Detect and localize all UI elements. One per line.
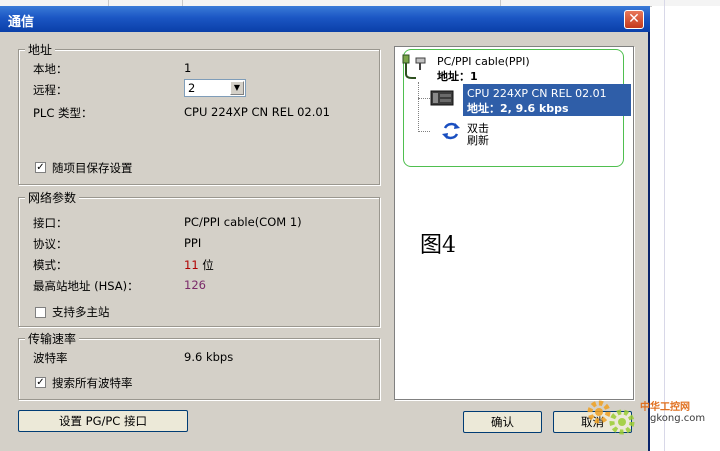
ok-button[interactable]: 确认 [463,411,542,433]
baud-label: 波特率 [33,351,68,365]
baud-value: 9.6 kbps [184,350,234,364]
baud-group-title: 传输速率 [25,330,80,347]
refresh-hint-line2[interactable]: 刷新 [467,132,489,148]
local-value: 1 [184,61,192,75]
network-group-title: 网络参数 [25,189,80,206]
cpu-node-name[interactable]: CPU 224XP CN REL 02.01 [467,87,607,100]
dropdown-arrow-icon[interactable]: ▼ [230,81,244,95]
local-label: 本地： [33,62,68,76]
interface-value: PC/PPI cable(COM 1) [184,215,302,229]
interface-label: 接口： [33,216,68,230]
address-group-title: 地址 [25,41,56,58]
background-grid-line [664,0,665,451]
watermark-url: gkong.com [650,413,706,424]
plc-type-label: PLC 类型： [33,106,93,120]
protocol-label: 协议： [33,237,68,251]
mode-value-number: 11 [184,258,199,272]
protocol-value: PPI [184,236,202,250]
tree-connector [418,98,430,100]
cable-icon [400,52,430,82]
remote-address-select[interactable]: 2 ▼ [184,79,246,97]
cpu-node-address[interactable]: 地址：2, 9.6 kbps [467,100,569,116]
search-all-baud-checkbox[interactable]: ✓ [35,377,46,388]
remote-label: 远程： [33,83,68,97]
search-all-baud-label[interactable]: 搜索所有波特率 [52,375,133,391]
plc-type-value: CPU 224XP CN REL 02.01 [184,105,330,119]
mode-label: 模式： [33,258,68,272]
refresh-icon[interactable] [440,120,462,142]
multimaster-checkbox[interactable] [35,307,46,318]
check-icon: ✓ [36,162,45,173]
tree-connector [418,82,420,132]
multimaster-label[interactable]: 支持多主站 [52,304,110,320]
hsa-label: 最高站地址 (HSA)： [33,279,139,293]
window-title: 通信 [8,15,35,30]
watermark-text: 中华工控网 [640,402,690,413]
tree-connector [418,131,430,133]
background-sheet [652,6,720,451]
set-pgpc-interface-button[interactable]: 设置 PG/PC 接口 [18,410,188,432]
save-with-project-label[interactable]: 随项目保存设置 [52,160,133,176]
close-icon: ✕ [628,11,640,27]
check-icon: ✓ [36,377,45,388]
close-button[interactable]: ✕ [624,10,644,29]
cable-name[interactable]: PC/PPI cable(PPI) [437,55,530,68]
title-bar[interactable] [0,6,650,32]
remote-address-value: 2 [188,81,196,95]
cpu-icon [430,87,454,109]
figure-label: 图4 [420,233,456,258]
save-with-project-checkbox[interactable]: ✓ [35,162,46,173]
mode-value: 11 位 [184,257,214,273]
gear-watermark-icon [582,392,638,440]
cable-address[interactable]: 地址：1 [437,68,478,84]
hsa-value: 126 [184,278,206,292]
mode-value-unit: 位 [202,258,214,272]
